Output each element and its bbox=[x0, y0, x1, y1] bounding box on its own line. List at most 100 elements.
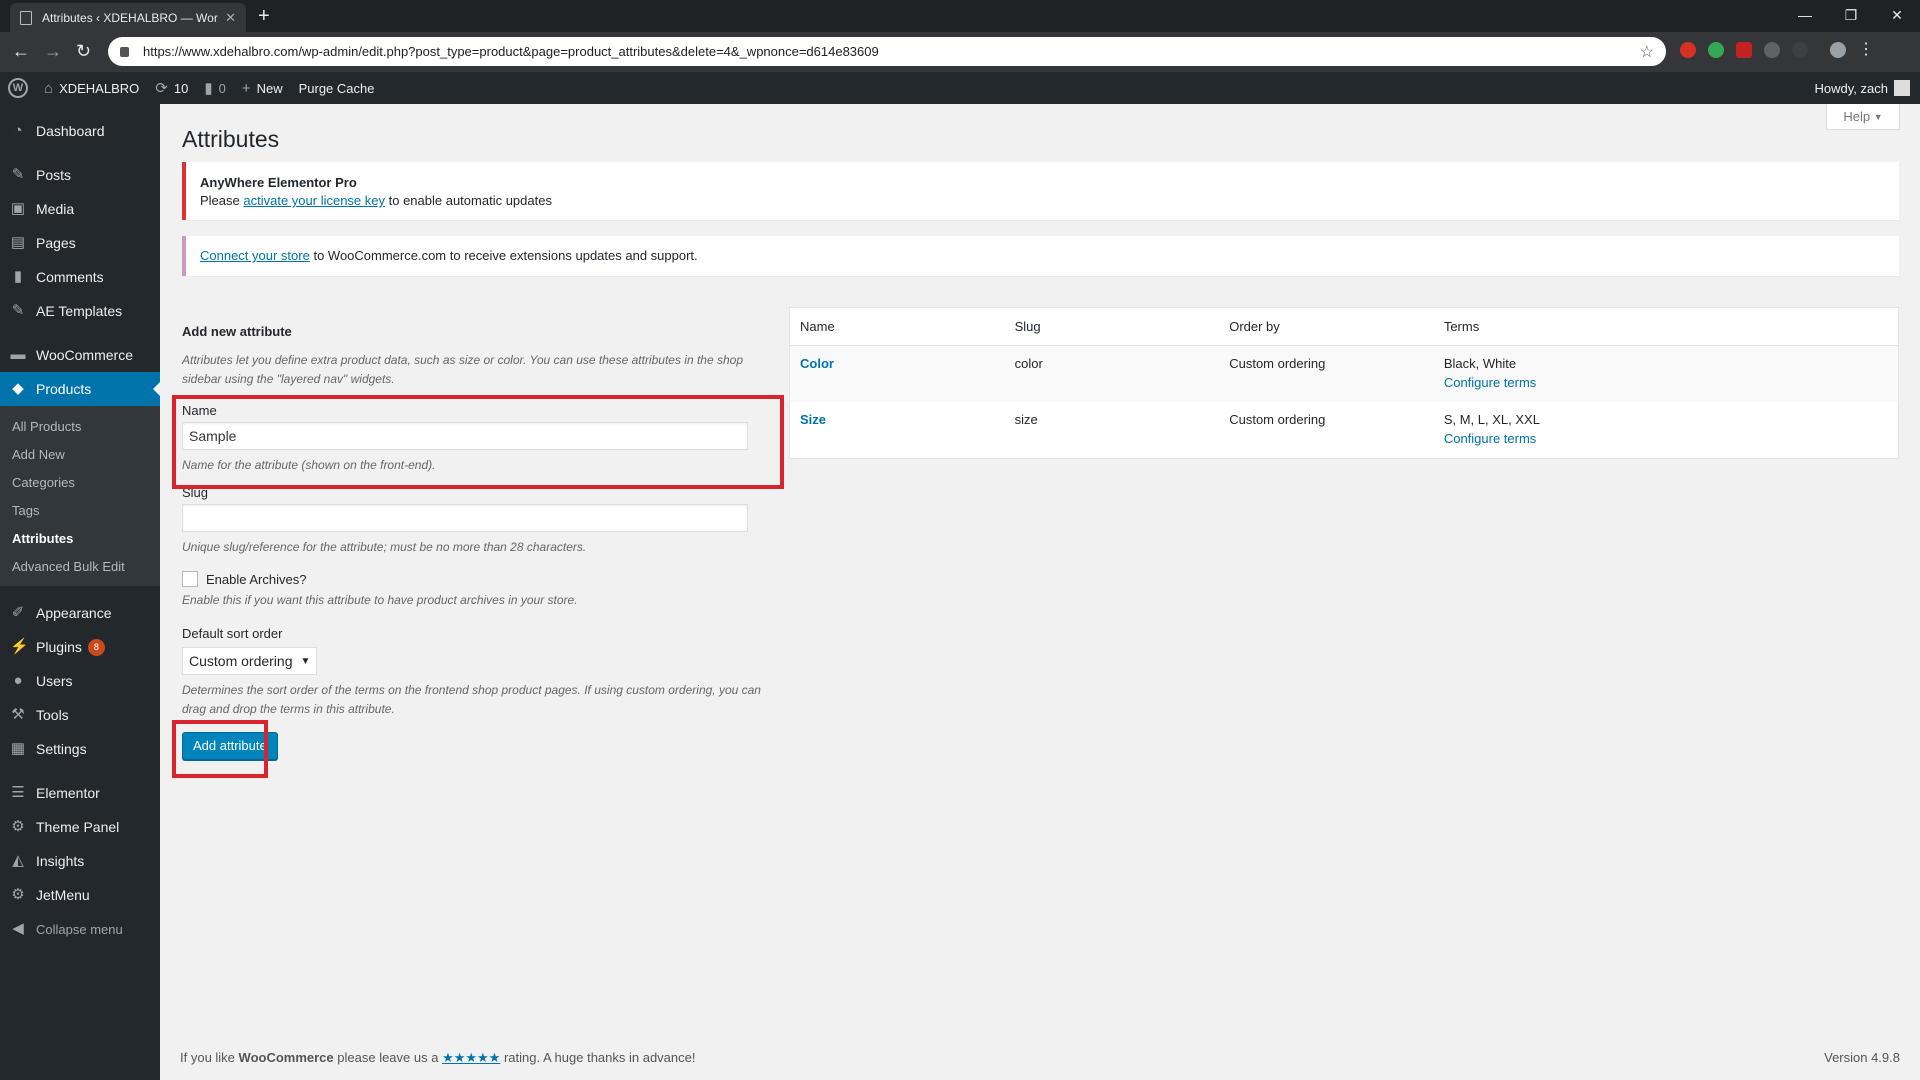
sidebar-item-tools[interactable]: ⚒ Tools bbox=[0, 698, 160, 732]
site-name-link[interactable]: ⌂ XDEHALBRO bbox=[36, 80, 147, 97]
woocommerce-icon: ▬ bbox=[10, 346, 26, 363]
sidebar-item-theme-panel[interactable]: ⚙ Theme Panel bbox=[0, 810, 160, 844]
attribute-terms: S, M, L, XL, XXL bbox=[1443, 412, 1540, 427]
gear-icon: ⚙ bbox=[11, 886, 25, 903]
submenu-categories[interactable]: Categories bbox=[0, 468, 160, 496]
sidebar-item-pages[interactable]: ▤ Pages bbox=[0, 226, 160, 260]
footer-text-mid: please leave us a bbox=[333, 1050, 443, 1065]
bookmark-star-icon[interactable]: ☆ bbox=[1640, 42, 1654, 62]
sidebar-item-users[interactable]: ● Users bbox=[0, 664, 160, 698]
attributes-table: Name Slug Order by Terms Color color Cus… bbox=[789, 307, 1899, 459]
sidebar-item-dashboard[interactable]: ◔ Dashboard bbox=[0, 114, 160, 148]
attribute-name-link[interactable]: Color bbox=[800, 356, 834, 371]
extension-icon[interactable] bbox=[1792, 42, 1808, 58]
howdy-text: Howdy, zach bbox=[1814, 80, 1888, 96]
sidebar-item-comments[interactable]: ▮ Comments bbox=[0, 260, 160, 294]
sidebar-item-label: Media bbox=[36, 201, 75, 217]
plugins-update-badge: 8 bbox=[87, 638, 105, 656]
column-header-terms: Terms bbox=[1443, 319, 1480, 334]
address-bar[interactable]: https://www.xdehalbro.com/wp-admin/edit.… bbox=[108, 37, 1666, 66]
submenu-add-new[interactable]: Add New bbox=[0, 440, 160, 468]
sidebar-item-label: Elementor bbox=[36, 785, 100, 801]
help-tab-button[interactable]: Help ▼ bbox=[1826, 104, 1900, 130]
media-icon: ▣ bbox=[10, 200, 26, 217]
avatar bbox=[1894, 80, 1910, 96]
wordpress-logo-icon[interactable]: W bbox=[8, 78, 28, 98]
connect-notice-text: to WooCommerce.com to receive extensions… bbox=[309, 248, 698, 263]
collapse-icon: ◀ bbox=[12, 920, 24, 937]
sort-order-select[interactable]: Custom ordering ▼ bbox=[182, 647, 318, 675]
page-icon bbox=[20, 10, 32, 25]
paintbrush-icon: ✐ bbox=[11, 604, 25, 621]
sidebar-item-plugins[interactable]: ⚡ Plugins 8 bbox=[0, 630, 160, 664]
comments-link[interactable]: ▮ 0 bbox=[196, 79, 234, 97]
new-label: New bbox=[256, 80, 283, 96]
sidebar-item-label: Insights bbox=[36, 853, 85, 869]
sidebar-item-elementor[interactable]: ☰ Elementor bbox=[0, 776, 160, 810]
submenu-tags[interactable]: Tags bbox=[0, 496, 160, 524]
browser-tab[interactable]: Attributes ‹ XDEHALBRO — Wor ✕ bbox=[10, 3, 246, 32]
gear-icon: ⚙ bbox=[11, 818, 25, 835]
attribute-order-by: Custom ordering bbox=[1229, 412, 1326, 427]
comment-icon: ▮ bbox=[204, 80, 213, 97]
sidebar-item-insights[interactable]: ◭ Insights bbox=[0, 844, 160, 878]
products-submenu: All Products Add New Categories Tags Att… bbox=[0, 406, 160, 586]
restore-icon[interactable]: ❐ bbox=[1828, 0, 1874, 32]
slug-input[interactable] bbox=[182, 504, 748, 532]
attribute-terms: Black, White bbox=[1443, 356, 1517, 371]
sidebar-item-label: Products bbox=[36, 381, 92, 397]
sidebar-item-appearance[interactable]: ✐ Appearance bbox=[0, 596, 160, 630]
attribute-slug: color bbox=[1014, 356, 1043, 371]
pages-icon: ▤ bbox=[10, 234, 26, 251]
forward-icon[interactable]: → bbox=[44, 40, 62, 62]
submenu-advanced-bulk-edit[interactable]: Advanced Bulk Edit bbox=[0, 552, 160, 580]
sidebar-item-media[interactable]: ▣ Media bbox=[0, 192, 160, 226]
submenu-attributes[interactable]: Attributes bbox=[0, 524, 160, 552]
extension-icon[interactable] bbox=[1708, 42, 1724, 58]
new-content-link[interactable]: + New bbox=[234, 80, 291, 97]
new-tab-icon[interactable]: + bbox=[258, 4, 270, 28]
enable-archives-checkbox[interactable] bbox=[182, 571, 198, 587]
extensions: ⋮ bbox=[1680, 42, 1874, 58]
configure-terms-link[interactable]: Configure terms bbox=[1444, 431, 1898, 446]
updates-count: 10 bbox=[173, 80, 189, 96]
wp-admin-bar: W ⌂ XDEHALBRO ⟳ 10 ▮ 0 + New Purge Cache How… bbox=[0, 72, 1920, 104]
purge-cache-link[interactable]: Purge Cache bbox=[291, 81, 383, 96]
sidebar-item-products[interactable]: ◆ Products bbox=[0, 372, 161, 406]
sidebar-item-jetmenu[interactable]: ⚙ JetMenu bbox=[0, 878, 160, 912]
sort-order-description: Determines the sort order of the terms o… bbox=[182, 683, 761, 716]
tab-close-icon[interactable]: ✕ bbox=[225, 10, 236, 26]
collapse-menu-button[interactable]: ◀ Collapse menu bbox=[0, 912, 160, 946]
connect-store-link[interactable]: Connect your store bbox=[200, 248, 310, 263]
profile-icon[interactable] bbox=[1830, 42, 1846, 58]
table-header: Name Slug Order by Terms bbox=[790, 308, 1898, 346]
reload-icon[interactable]: ↻ bbox=[76, 40, 91, 62]
column-header-order-by: Order by bbox=[1229, 319, 1280, 334]
wrench-icon: ⚒ bbox=[11, 706, 25, 723]
woocommerce-connect-notice: Connect your store to WooCommerce.com to… bbox=[182, 236, 1899, 276]
sidebar-item-label: Theme Panel bbox=[36, 819, 120, 835]
sidebar-item-settings[interactable]: ▦ Settings bbox=[0, 732, 160, 766]
updates-link[interactable]: ⟳ 10 bbox=[147, 79, 196, 97]
sidebar-item-label: JetMenu bbox=[36, 887, 90, 903]
attribute-name-link[interactable]: Size bbox=[800, 412, 826, 427]
page-title: Attributes bbox=[182, 126, 280, 152]
sidebar-item-ae-templates[interactable]: ✎ AE Templates bbox=[0, 294, 160, 328]
extension-icon[interactable] bbox=[1680, 42, 1696, 58]
sidebar-item-posts[interactable]: ✎ Posts bbox=[0, 158, 160, 192]
extension-icon[interactable] bbox=[1764, 42, 1780, 58]
back-icon[interactable]: ← bbox=[12, 40, 30, 62]
minimize-icon[interactable]: — bbox=[1782, 0, 1828, 32]
sidebar-item-woocommerce[interactable]: ▬ WooCommerce bbox=[0, 338, 160, 372]
comments-count: 0 bbox=[218, 80, 226, 96]
my-account[interactable]: Howdy, zach bbox=[1815, 72, 1910, 104]
submenu-all-products[interactable]: All Products bbox=[0, 412, 160, 440]
attribute-slug: size bbox=[1014, 412, 1038, 427]
rating-stars-link[interactable]: ★★★★★ bbox=[442, 1050, 500, 1065]
menu-kebab-icon[interactable]: ⋮ bbox=[1858, 42, 1874, 58]
admin-sidebar: ◔ Dashboard ✎ Posts ▣ Media ▤ Pages ▮ Comment… bbox=[0, 104, 161, 1080]
close-window-icon[interactable]: ✕ bbox=[1874, 0, 1920, 32]
activate-license-link[interactable]: activate your license key bbox=[243, 193, 385, 208]
configure-terms-link[interactable]: Configure terms bbox=[1444, 375, 1898, 390]
extension-icon[interactable] bbox=[1736, 42, 1752, 58]
